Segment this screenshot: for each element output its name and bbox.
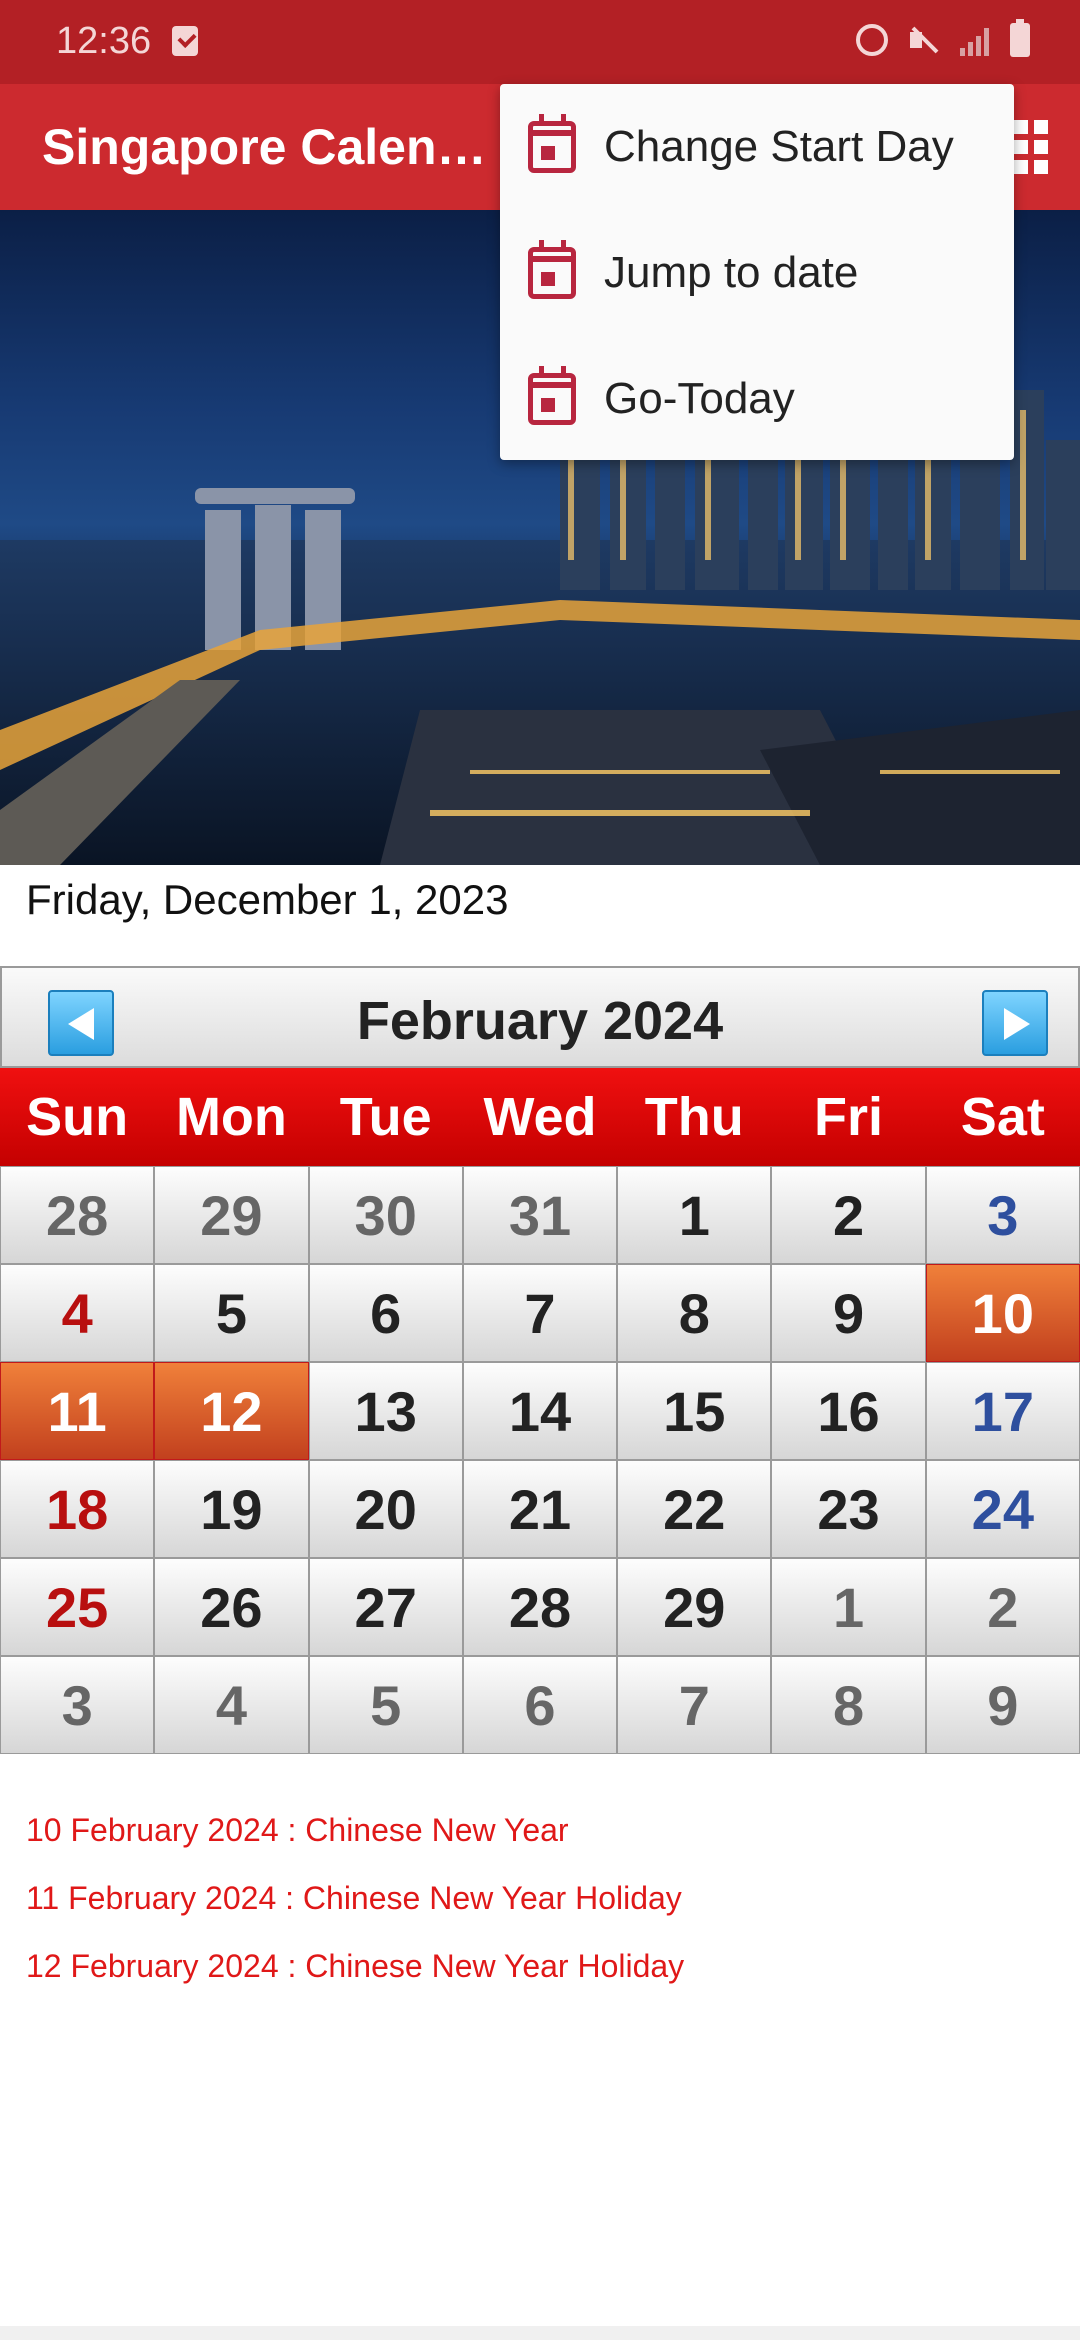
menu-item-change-start-day[interactable]: Change Start Day bbox=[500, 84, 1014, 210]
day-cell[interactable]: 4 bbox=[154, 1656, 309, 1754]
day-cell[interactable]: 16 bbox=[771, 1362, 926, 1460]
week-row: 3 4 5 6 7 8 9 bbox=[0, 1656, 1080, 1754]
weekday-header-row: Sun Mon Tue Wed Thu Fri Sat bbox=[0, 1068, 1080, 1166]
day-cell[interactable]: 15 bbox=[617, 1362, 772, 1460]
mute-icon bbox=[906, 22, 940, 58]
day-cell[interactable]: 29 bbox=[617, 1558, 772, 1656]
weekday-thu: Thu bbox=[644, 1087, 744, 1147]
menu-item-label: Change Start Day bbox=[604, 122, 954, 171]
navigation-bar-strip bbox=[0, 2326, 1080, 2340]
overflow-menu: Change Start Day Jump to date Go-Today bbox=[500, 84, 1014, 460]
day-cell[interactable]: 27 bbox=[308, 1558, 463, 1656]
menu-item-go-today[interactable]: Go-Today bbox=[500, 336, 1014, 462]
battery-icon bbox=[1010, 19, 1030, 57]
day-cell[interactable]: 28 bbox=[0, 1166, 155, 1264]
day-cell[interactable]: 8 bbox=[771, 1656, 926, 1754]
day-cell[interactable]: 1 bbox=[617, 1166, 772, 1264]
calendar-icon bbox=[528, 240, 576, 299]
week-row: 4 5 6 7 8 9 10 bbox=[0, 1264, 1080, 1362]
day-cell[interactable]: 17 bbox=[925, 1362, 1080, 1460]
day-cell[interactable]: 4 bbox=[0, 1264, 155, 1362]
day-cell[interactable]: 20 bbox=[308, 1460, 463, 1558]
holiday-day-cell[interactable]: 10 bbox=[925, 1264, 1080, 1362]
week-row: 18 19 20 21 22 23 24 bbox=[0, 1460, 1080, 1558]
current-date-label: Friday, December 1, 2023 bbox=[26, 876, 509, 923]
weekday-sun: Sun bbox=[26, 1087, 129, 1147]
day-cell[interactable]: 3 bbox=[0, 1656, 155, 1754]
holiday-list-item: 10 February 2024 : Chinese New Year bbox=[26, 1812, 569, 1848]
day-cell[interactable]: 28 bbox=[462, 1558, 618, 1656]
weekday-mon: Mon bbox=[175, 1087, 287, 1147]
day-cell[interactable]: 14 bbox=[462, 1362, 618, 1460]
status-bar: 12:36 bbox=[0, 0, 1080, 84]
day-cell[interactable]: 26 bbox=[154, 1558, 309, 1656]
holiday-list-item: 11 February 2024 : Chinese New Year Holi… bbox=[26, 1880, 682, 1916]
day-cell[interactable]: 9 bbox=[925, 1656, 1080, 1754]
calendar: February 2024 Sun Mon Tue Wed Thu Fri Sa… bbox=[0, 966, 1080, 1754]
day-cell[interactable]: 5 bbox=[154, 1264, 309, 1362]
status-time: 12:36 bbox=[56, 20, 152, 62]
next-month-button[interactable] bbox=[982, 990, 1048, 1056]
day-cell[interactable]: 7 bbox=[617, 1656, 772, 1754]
weekday-tue: Tue bbox=[339, 1087, 432, 1147]
day-cell[interactable]: 2 bbox=[925, 1558, 1080, 1656]
day-cell[interactable]: 6 bbox=[462, 1656, 618, 1754]
weekday-fri: Fri bbox=[814, 1087, 884, 1147]
holiday-list: 10 February 2024 : Chinese New Year 11 F… bbox=[26, 1808, 684, 2012]
day-cell[interactable]: 19 bbox=[154, 1460, 309, 1558]
day-cell[interactable]: 6 bbox=[308, 1264, 463, 1362]
status-icons bbox=[856, 19, 1030, 58]
weekday-wed: Wed bbox=[483, 1087, 597, 1147]
day-cell[interactable]: 22 bbox=[617, 1460, 772, 1558]
calendar-icon bbox=[528, 366, 576, 425]
week-row: 25 26 27 28 29 1 2 bbox=[0, 1558, 1080, 1656]
menu-item-jump-to-date[interactable]: Jump to date bbox=[500, 210, 1014, 336]
day-cell[interactable]: 31 bbox=[462, 1166, 618, 1264]
day-cell[interactable]: 2 bbox=[771, 1166, 926, 1264]
day-cell[interactable]: 13 bbox=[308, 1362, 463, 1460]
holiday-list-item: 12 February 2024 : Chinese New Year Holi… bbox=[26, 1948, 685, 1984]
signal-icon bbox=[958, 22, 992, 58]
weekday-sat: Sat bbox=[960, 1087, 1045, 1147]
menu-item-label: Jump to date bbox=[604, 248, 859, 297]
notification-check-icon bbox=[172, 26, 198, 56]
month-title: February 2024 bbox=[356, 991, 724, 1051]
day-cell[interactable]: 5 bbox=[308, 1656, 463, 1754]
menu-item-label: Go-Today bbox=[604, 374, 795, 423]
day-cell[interactable]: 1 bbox=[771, 1558, 926, 1656]
holiday-day-cell[interactable]: 11 bbox=[0, 1362, 155, 1460]
calendar-header: February 2024 bbox=[0, 966, 1080, 1068]
day-cell[interactable]: 3 bbox=[925, 1166, 1080, 1264]
week-row: 11 12 13 14 15 16 17 bbox=[0, 1362, 1080, 1460]
day-cell[interactable]: 18 bbox=[0, 1460, 155, 1558]
day-cell[interactable]: 25 bbox=[0, 1558, 155, 1656]
app-title: Singapore Calen… bbox=[42, 119, 487, 175]
day-cell[interactable]: 21 bbox=[462, 1460, 618, 1558]
day-cell[interactable]: 30 bbox=[308, 1166, 463, 1264]
week-row: 28 29 30 31 1 2 3 bbox=[0, 1166, 1080, 1264]
alarm-icon bbox=[856, 24, 888, 56]
day-cell[interactable]: 24 bbox=[925, 1460, 1080, 1558]
day-cell[interactable]: 7 bbox=[462, 1264, 618, 1362]
day-cell[interactable]: 9 bbox=[771, 1264, 926, 1362]
day-cell[interactable]: 29 bbox=[154, 1166, 309, 1264]
day-cell[interactable]: 8 bbox=[617, 1264, 772, 1362]
day-cell[interactable]: 23 bbox=[771, 1460, 926, 1558]
calendar-icon bbox=[528, 114, 576, 173]
holiday-day-cell[interactable]: 12 bbox=[154, 1362, 309, 1460]
